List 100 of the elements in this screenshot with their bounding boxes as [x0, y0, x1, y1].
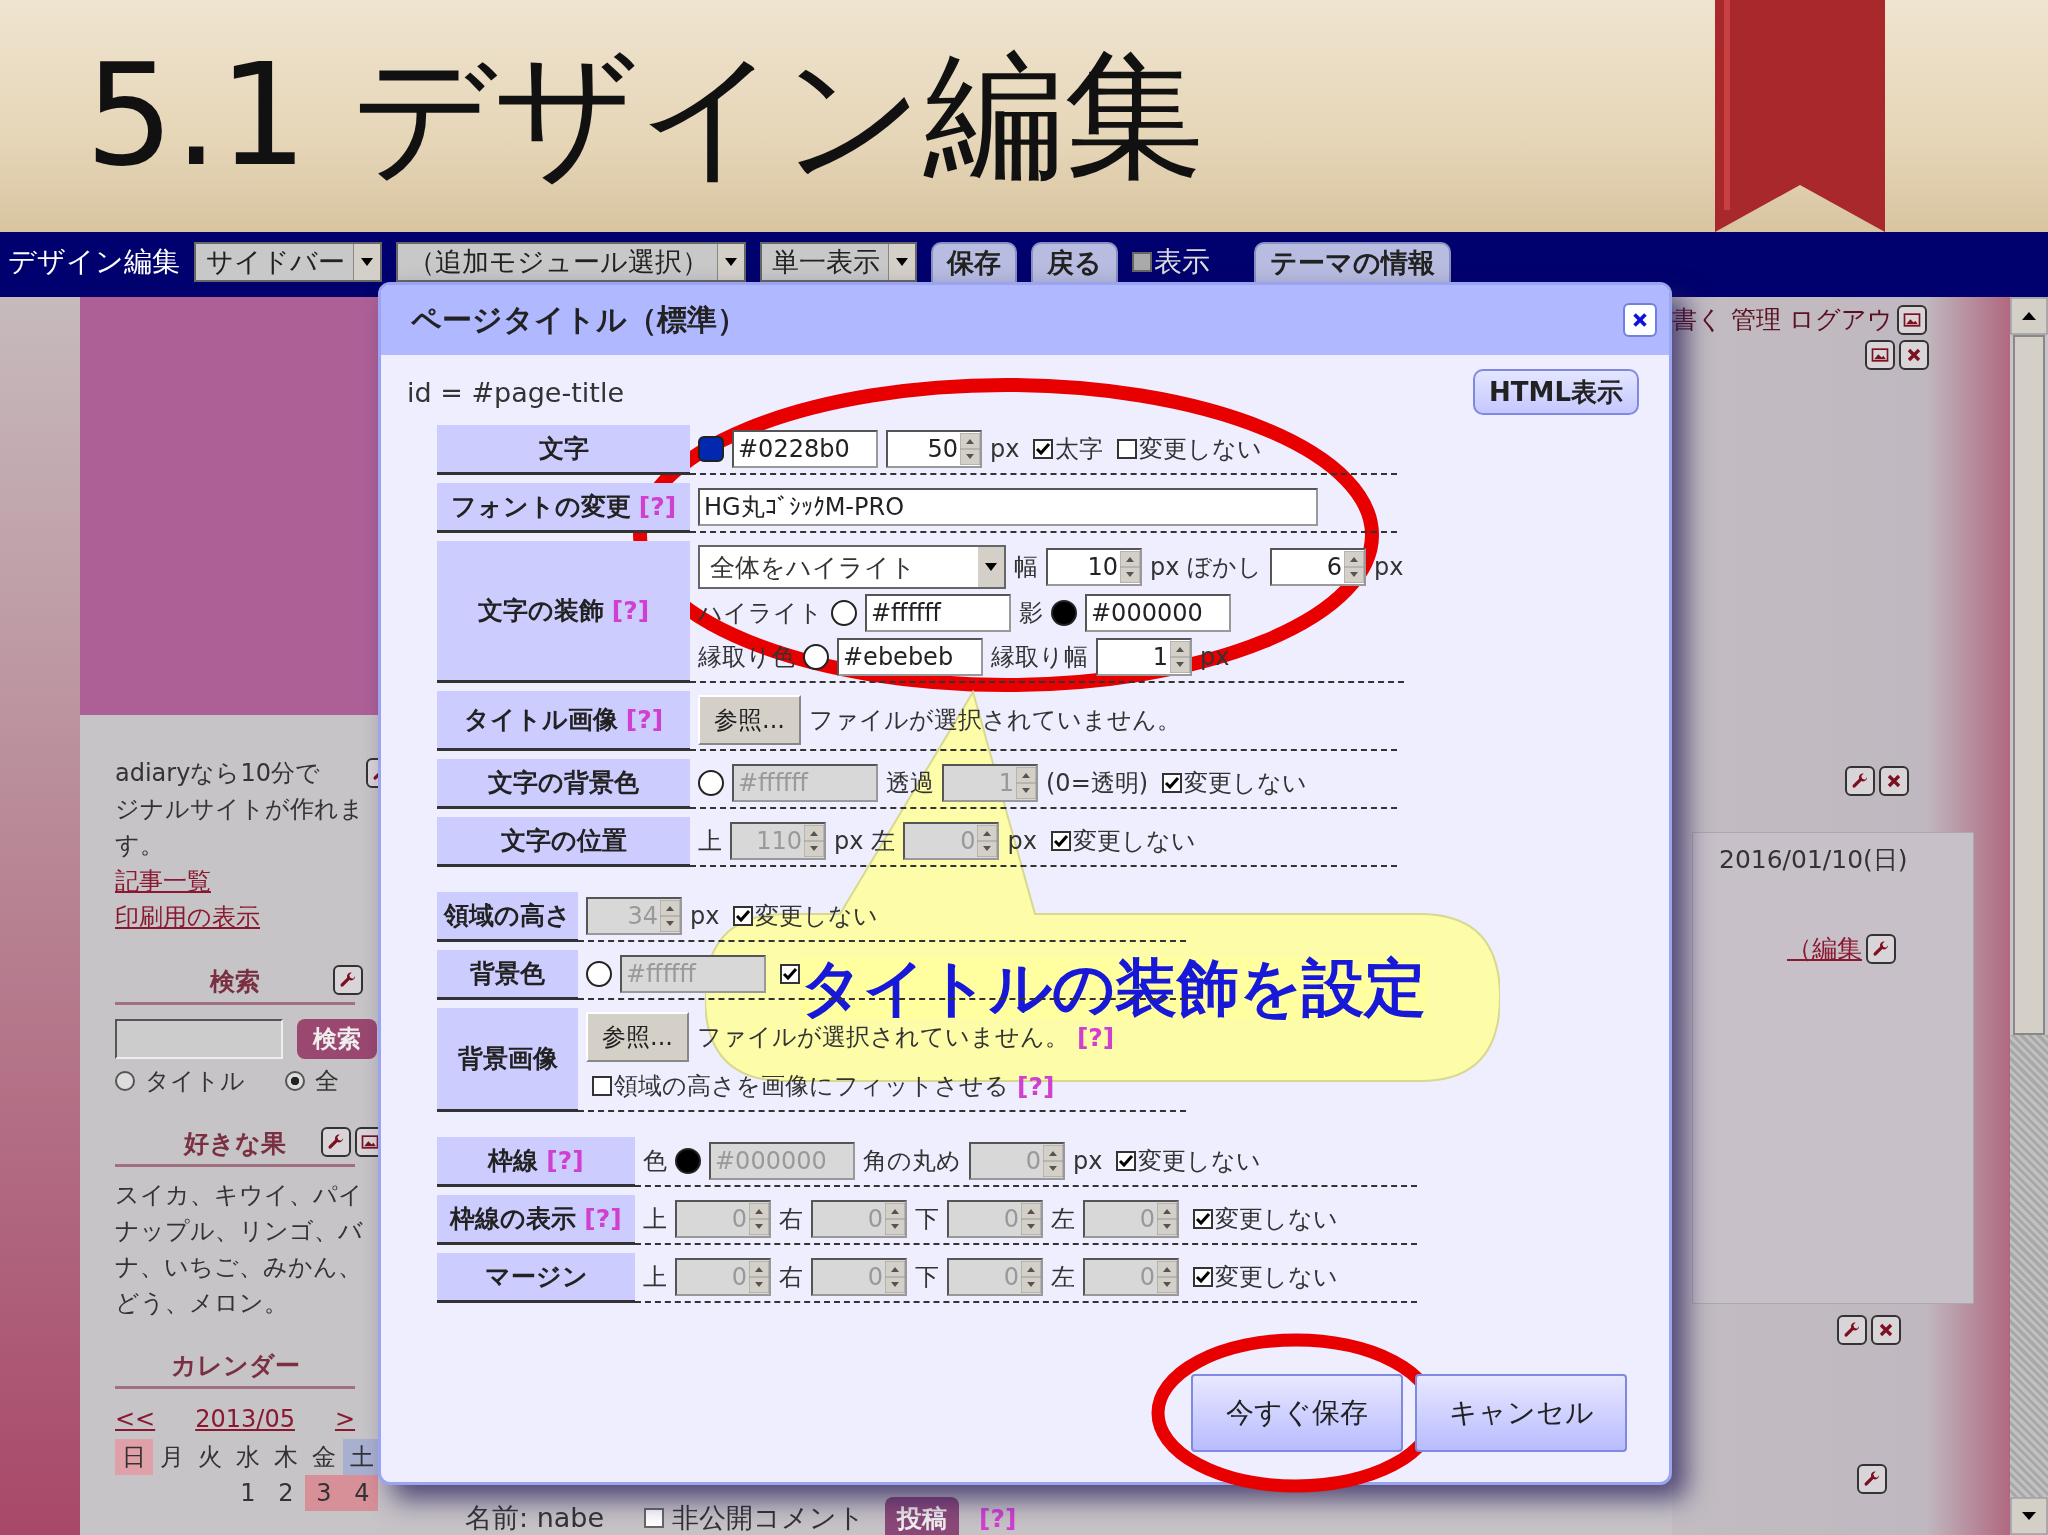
input-field[interactable]: #ffffff [865, 594, 1011, 632]
control-text: px [1374, 553, 1404, 581]
dialog-title: ページタイトル（標準） [411, 300, 747, 339]
color-swatch[interactable] [1051, 600, 1077, 626]
spinner-arrows-icon[interactable] [1120, 551, 1140, 583]
calendar-next-link[interactable]: > [334, 1401, 356, 1437]
browse-button[interactable]: 参照... [586, 1012, 689, 1062]
control-text: px [834, 827, 864, 855]
name-label: 名前: nabe [465, 1501, 605, 1535]
checkbox[interactable] [1117, 439, 1138, 459]
spinner-arrows-icon[interactable] [960, 433, 980, 465]
control-text: px [690, 902, 720, 930]
close-button[interactable] [1899, 340, 1929, 370]
scroll-thumb[interactable] [2013, 335, 2045, 1035]
input-field[interactable]: #000000 [1085, 594, 1231, 632]
dropdown[interactable]: サイドバー [194, 242, 382, 282]
image-button[interactable] [1896, 304, 1927, 335]
color-swatch[interactable] [675, 1148, 701, 1174]
checkbox[interactable] [1116, 1151, 1137, 1171]
wrench-button[interactable] [1837, 1315, 1867, 1345]
field-label: マージン [484, 1261, 588, 1293]
dialog-button[interactable]: 今すぐ保存 [1191, 1374, 1403, 1452]
close-icon [1631, 311, 1649, 329]
checkbox[interactable] [733, 906, 754, 926]
slide-title: 5.1 デザイン編集 [85, 46, 1205, 186]
control-text: px [1007, 827, 1037, 855]
checkbox[interactable]: 非公開コメント [644, 1500, 866, 1535]
html-view-button[interactable]: HTML表示 [1473, 369, 1639, 415]
day-cell[interactable]: 1 [229, 1475, 267, 1511]
calendar-month-link[interactable]: 2013/05 [195, 1401, 295, 1437]
checkbox[interactable] [1193, 1209, 1213, 1229]
checkbox-label: 領域の高さを画像にフィットさせる [614, 1071, 1009, 1102]
scrollbar[interactable] [2010, 297, 2048, 1535]
article-date: 2016/01/10(日) [1719, 844, 1909, 876]
input-field[interactable]: #0228b0 [732, 430, 878, 468]
search-button[interactable]: 検索 [297, 1019, 377, 1059]
scroll-down-icon[interactable] [2010, 1497, 2048, 1535]
radio-button[interactable]: 全 [285, 1065, 339, 1097]
day-cell[interactable]: 4 [343, 1475, 381, 1511]
close-button[interactable] [1879, 766, 1909, 796]
control-text: 下 [915, 1204, 939, 1235]
color-swatch[interactable] [831, 600, 857, 626]
spinner-arrows-icon[interactable] [1170, 641, 1190, 673]
sidebar-link[interactable]: 印刷用の表示 [115, 899, 378, 935]
color-swatch[interactable] [586, 961, 612, 987]
widget-text: スイカ、キウイ、パイ [115, 1180, 364, 1211]
checkbox-label: 変更しない [1215, 1204, 1338, 1235]
number-field[interactable]: 6 [1270, 548, 1367, 586]
day-cell[interactable]: 2 [267, 1475, 305, 1511]
element-id: id = #page-title [407, 376, 624, 408]
edit-link[interactable]: （編集 [1787, 932, 1862, 965]
control-text: ファイルが選択されていません。 [808, 705, 1181, 736]
spinner-arrows-icon[interactable] [1344, 551, 1365, 583]
post-button[interactable]: 投稿 [885, 1497, 960, 1535]
dialog-button[interactable]: キャンセル [1415, 1374, 1627, 1452]
input-field[interactable]: #ebebeb [837, 638, 983, 676]
wrench-button[interactable] [1857, 1464, 1887, 1494]
toolbar-button[interactable]: 保存 [931, 242, 1017, 282]
dropdown[interactable]: 単一表示 [760, 242, 917, 282]
checkbox[interactable]: 表示 [1132, 242, 1210, 282]
image-button[interactable] [1865, 340, 1895, 370]
checkbox[interactable] [1162, 773, 1183, 793]
control-text: 縁取り幅 [991, 642, 1088, 673]
checkbox-label: 変更しない [1215, 1262, 1338, 1293]
number-field[interactable]: 50 [886, 430, 982, 468]
day-cell[interactable]: 3 [305, 1475, 343, 1511]
color-swatch[interactable] [803, 644, 829, 670]
number-field[interactable]: 1 [1096, 638, 1192, 676]
help-link[interactable]: [?] [1076, 1022, 1115, 1052]
checkbox[interactable] [1193, 1267, 1213, 1287]
browse-button[interactable]: 参照... [698, 695, 801, 745]
checkbox[interactable] [1033, 439, 1054, 459]
radio-button[interactable]: タイトル [115, 1065, 245, 1097]
toolbar-button[interactable]: 戻る [1031, 242, 1118, 282]
checkbox[interactable] [780, 964, 800, 984]
scroll-up-icon[interactable] [2010, 297, 2048, 335]
wrench-button[interactable] [1845, 766, 1875, 796]
weekday-cell: 日 [115, 1439, 153, 1475]
calendar-prev-link[interactable]: << [115, 1401, 156, 1437]
weekday-cell: 土 [343, 1439, 381, 1475]
number-field[interactable]: 10 [1046, 548, 1142, 586]
control-text: 左 [1051, 1262, 1075, 1293]
color-swatch[interactable] [698, 436, 724, 462]
checkbox[interactable] [592, 1076, 612, 1096]
wrench-button[interactable] [333, 965, 363, 995]
dropdown[interactable]: 全体をハイライト [698, 545, 1006, 589]
close-button[interactable] [1623, 303, 1657, 337]
wrench-button[interactable] [1866, 933, 1896, 964]
field-label: 文字の背景色 [488, 767, 639, 799]
sidebar-link[interactable]: 記事一覧 [115, 863, 378, 899]
color-swatch[interactable] [698, 770, 724, 796]
dropdown[interactable]: （追加モジュール選択） [396, 242, 746, 282]
field-label: 文字 [538, 433, 589, 465]
control-text: 角の丸め [863, 1146, 961, 1177]
input-field[interactable]: HG丸ｺﾞｼｯｸM-PRO [698, 488, 1318, 526]
close-button[interactable] [1871, 1315, 1901, 1345]
search-field[interactable] [115, 1019, 283, 1059]
toolbar-button[interactable]: テーマの情報 [1254, 242, 1451, 282]
checkbox[interactable] [1050, 831, 1071, 851]
wrench-button[interactable] [321, 1127, 351, 1157]
